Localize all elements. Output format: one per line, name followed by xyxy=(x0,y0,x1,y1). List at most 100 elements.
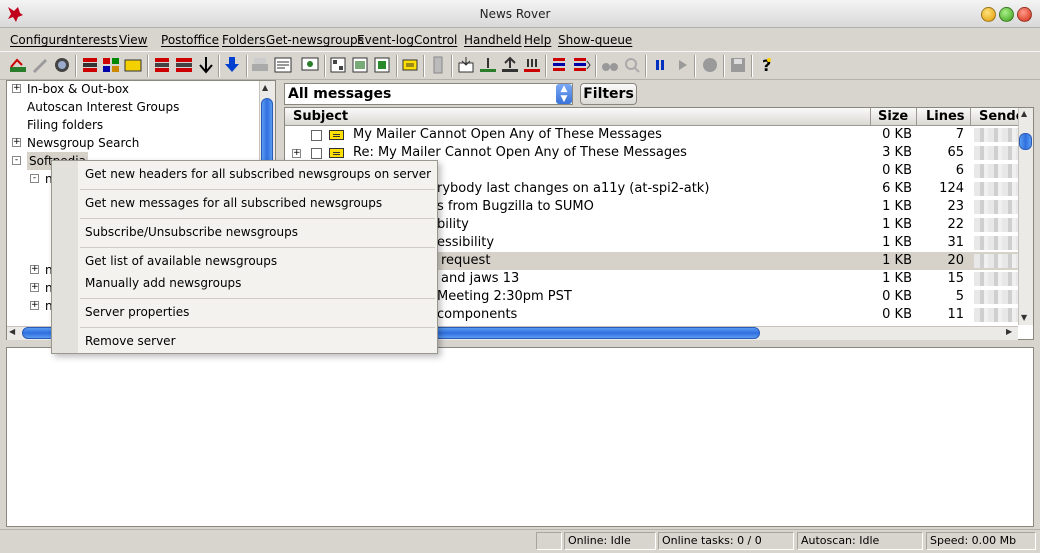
help-icon[interactable]: ? xyxy=(756,55,776,75)
menu-separator xyxy=(80,327,435,328)
tree-item-label: Newsgroup Search xyxy=(27,136,140,150)
binoculars-icon[interactable] xyxy=(600,55,620,75)
message-list-horizontal-scroll-thumb[interactable] xyxy=(430,327,760,339)
image-icon[interactable] xyxy=(350,55,370,75)
image-add-icon[interactable] xyxy=(372,55,392,75)
message-lines: 6 xyxy=(955,163,964,178)
column-divider[interactable] xyxy=(970,108,971,126)
menu-separator xyxy=(80,247,435,248)
scroll-right-icon[interactable]: ▶ xyxy=(1006,327,1012,336)
message-lines: 5 xyxy=(955,289,964,304)
menu-get-newsgroups[interactable]: Get-newsgroups xyxy=(266,33,364,47)
scroll-up-icon[interactable]: ▲ xyxy=(1021,109,1027,118)
tree-collapse-icon[interactable]: - xyxy=(30,174,39,183)
upload-grid-icon[interactable] xyxy=(522,55,542,75)
message-lines: 22 xyxy=(947,217,964,232)
menu-control[interactable]: Control xyxy=(414,33,457,47)
message-icon xyxy=(329,148,344,158)
globe-icon[interactable] xyxy=(52,55,72,75)
folder-icon[interactable] xyxy=(123,55,143,75)
menu-help[interactable]: Help xyxy=(524,33,551,47)
message-sender-blurred xyxy=(974,272,1018,286)
upload-icon[interactable] xyxy=(478,55,498,75)
tree-expand-icon[interactable]: + xyxy=(30,301,39,310)
edit-icon[interactable] xyxy=(30,55,50,75)
play-icon[interactable] xyxy=(672,55,692,75)
toolbar-separator xyxy=(218,55,220,77)
menu-view[interactable]: View xyxy=(119,33,147,47)
tree-expand-icon[interactable]: + xyxy=(30,265,39,274)
column-header-size[interactable]: Size xyxy=(878,109,908,125)
message-sender-blurred xyxy=(974,254,1018,268)
message-lines: 31 xyxy=(947,235,964,250)
menu-item-remove-server[interactable]: Remove server xyxy=(85,334,176,348)
menu-item-server-properties[interactable]: Server properties xyxy=(85,305,189,319)
tree-item-label: Filing folders xyxy=(27,118,104,132)
save-icon[interactable] xyxy=(728,55,748,75)
message-subject: and jaws 13 xyxy=(441,271,520,286)
column-header-lines[interactable]: Lines xyxy=(926,109,965,125)
message-icon[interactable] xyxy=(400,55,420,75)
menu-postoffice[interactable]: Postoffice xyxy=(161,33,219,47)
handheld-icon[interactable] xyxy=(428,55,448,75)
headers-icon[interactable] xyxy=(80,55,100,75)
tree-expand-icon[interactable]: + xyxy=(30,283,39,292)
menu-item-manually-add[interactable]: Manually add newsgroups xyxy=(85,276,241,290)
scroll-down-icon[interactable]: ▼ xyxy=(1021,313,1027,322)
menu-show-queue[interactable]: Show-queue xyxy=(558,33,632,47)
menu-item-get-available-newsgroups[interactable]: Get list of available newsgroups xyxy=(85,254,277,268)
minimize-button[interactable] xyxy=(981,7,996,22)
toolbar-separator xyxy=(324,55,326,77)
tree-collapse-icon[interactable]: - xyxy=(12,156,21,165)
upload-multi-icon[interactable] xyxy=(500,55,520,75)
tree-vertical-scroll-thumb[interactable] xyxy=(261,98,273,168)
pause-icon[interactable] xyxy=(650,55,670,75)
queue-all-icon[interactable] xyxy=(572,55,592,75)
thread-expand-icon[interactable]: + xyxy=(292,149,301,158)
print-icon[interactable] xyxy=(250,55,270,75)
tree-expand-icon[interactable]: + xyxy=(12,138,21,147)
scroll-left-icon[interactable]: ◀ xyxy=(9,327,15,336)
stop-icon[interactable] xyxy=(700,55,720,75)
tile-icon[interactable] xyxy=(328,55,348,75)
autoscan-icon[interactable] xyxy=(8,55,28,75)
down-arrow-icon[interactable] xyxy=(196,55,216,75)
menu-item-subscribe-unsubscribe[interactable]: Subscribe/Unsubscribe newsgroups xyxy=(85,225,298,239)
scroll-up-icon[interactable]: ▲ xyxy=(262,83,268,92)
menu-folders[interactable]: Folders xyxy=(222,33,265,47)
column-divider[interactable] xyxy=(870,108,871,126)
grid-icon[interactable] xyxy=(101,55,121,75)
properties-icon[interactable] xyxy=(273,55,293,75)
message-preview-pane[interactable] xyxy=(6,347,1034,527)
window-title: News Rover xyxy=(479,7,551,21)
message-filter-value: All messages xyxy=(288,86,392,102)
column-divider[interactable] xyxy=(916,108,917,126)
menu-item-get-new-headers[interactable]: Get new headers for all subscribed newsg… xyxy=(85,167,431,181)
download-grid-icon[interactable] xyxy=(174,55,194,75)
message-checkbox[interactable] xyxy=(311,130,322,141)
column-header-sender[interactable]: Sende xyxy=(979,109,1018,125)
maximize-button[interactable] xyxy=(999,7,1014,22)
message-checkbox[interactable] xyxy=(311,148,322,159)
menu-configure[interactable]: Configure xyxy=(10,33,68,47)
tree-item-label: Autoscan Interest Groups xyxy=(27,100,180,114)
menu-event-log[interactable]: Event-log xyxy=(357,33,414,47)
tree-expand-icon[interactable]: + xyxy=(12,84,21,93)
message-subject: s from Bugzilla to SUMO xyxy=(437,199,594,214)
select-arrows-icon[interactable]: ▲ ▼ xyxy=(556,84,572,104)
status-cell-empty xyxy=(536,532,562,550)
message-list-vertical-scroll-thumb[interactable] xyxy=(1019,133,1032,150)
filters-button[interactable]: Filters xyxy=(580,83,637,105)
find-icon[interactable] xyxy=(622,55,642,75)
menu-handheld[interactable]: Handheld xyxy=(464,33,522,47)
package-icon[interactable] xyxy=(456,55,476,75)
download-all-icon[interactable] xyxy=(152,55,172,75)
blue-down-arrow-icon[interactable] xyxy=(222,55,242,75)
queue-icon[interactable] xyxy=(550,55,570,75)
menu-interests[interactable]: Interests xyxy=(65,33,118,47)
menu-item-get-new-messages[interactable]: Get new messages for all subscribed news… xyxy=(85,196,382,210)
message-lines: 65 xyxy=(947,145,964,160)
close-button[interactable] xyxy=(1017,7,1032,22)
view-icon[interactable] xyxy=(300,55,320,75)
column-header-subject[interactable]: Subject xyxy=(293,109,348,125)
